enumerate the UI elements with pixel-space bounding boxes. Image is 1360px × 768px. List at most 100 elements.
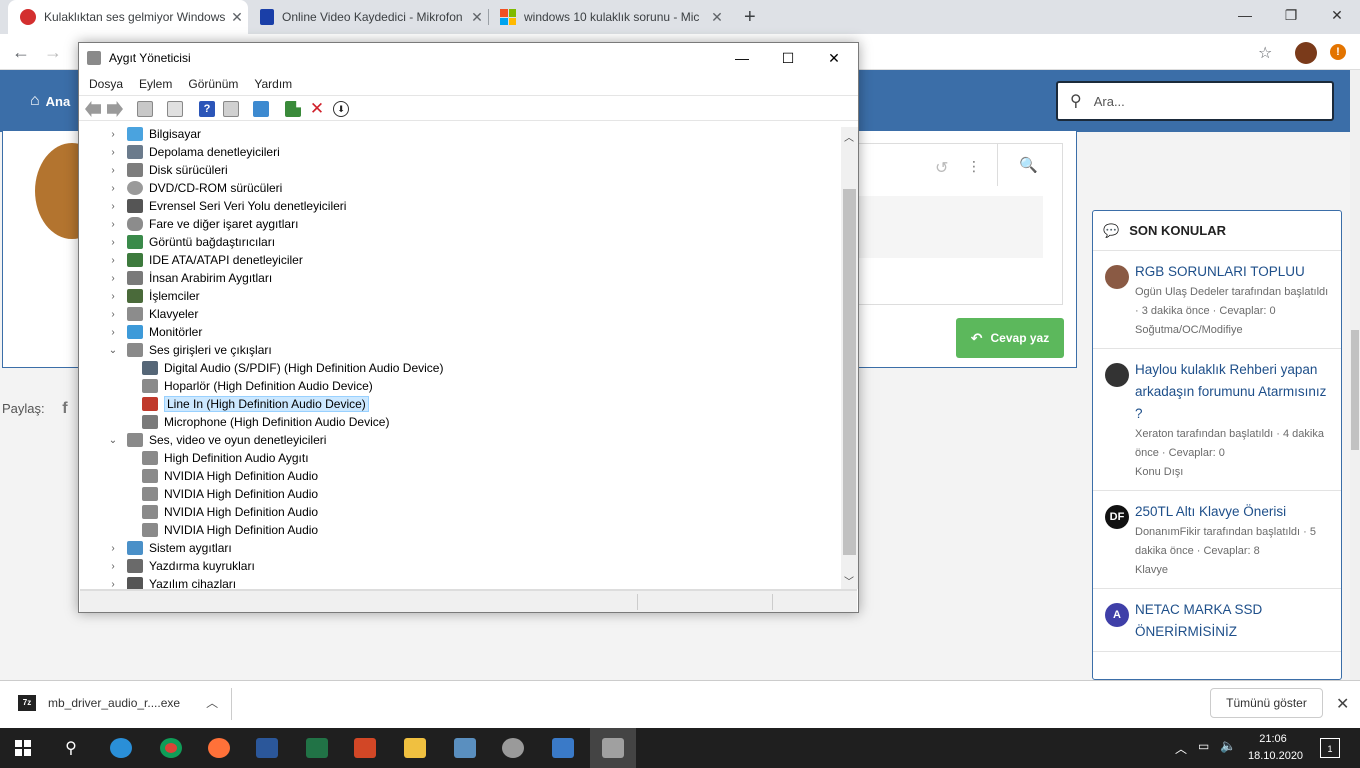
tree-node-microphone[interactable]: Microphone (High Definition Audio Device… xyxy=(142,413,389,431)
tree-node-digital-audio[interactable]: Digital Audio (S/PDIF) (High Definition … xyxy=(142,359,443,377)
powerpoint-icon[interactable] xyxy=(342,728,388,768)
update-driver-icon[interactable] xyxy=(285,101,301,117)
topic-title[interactable]: NETAC MARKA SSD ÖNERİRMİSİNİZ xyxy=(1135,599,1331,643)
topic-item[interactable]: Haylou kulaklık Rehberi yapan arkadaşın … xyxy=(1093,349,1341,491)
browser-tab-2[interactable]: Online Video Kaydedici - Mikrofon ✕ xyxy=(248,0,488,34)
chevron-right-icon[interactable]: › xyxy=(107,273,119,284)
topic-title[interactable]: RGB SORUNLARI TOPLUU xyxy=(1135,261,1331,283)
chevron-right-icon[interactable]: › xyxy=(107,129,119,140)
windows-start-icon[interactable] xyxy=(0,728,46,768)
topic-category[interactable]: Klavye xyxy=(1135,561,1331,580)
chevron-right-icon[interactable]: › xyxy=(107,291,119,302)
menu-eylem[interactable]: Eylem xyxy=(139,77,172,91)
excel-icon[interactable] xyxy=(294,728,340,768)
notification-icon[interactable]: 1 xyxy=(1320,738,1340,758)
topic-item[interactable]: DF 250TL Altı Klavye Önerisi DonanımFiki… xyxy=(1093,491,1341,589)
chrome-icon[interactable] xyxy=(148,728,194,768)
back-icon[interactable] xyxy=(85,101,101,117)
close-tab-icon[interactable]: ✕ xyxy=(226,9,248,26)
browser-tab-1[interactable]: Kulaklıktan ses gelmiyor Windows ✕ xyxy=(8,0,248,34)
scroll-down-icon[interactable]: ﹀ xyxy=(844,573,854,588)
profile-avatar[interactable] xyxy=(1295,42,1317,64)
menu-dosya[interactable]: Dosya xyxy=(89,77,123,91)
tree-node-software-devices[interactable]: › Yazılım cihazları xyxy=(107,575,236,589)
task-manager-icon[interactable] xyxy=(442,728,488,768)
tray-chevron-icon[interactable]: ︿ xyxy=(1175,740,1187,757)
network-icon[interactable]: ▭ xyxy=(1198,739,1209,753)
action-pane-icon[interactable] xyxy=(223,101,239,117)
chevron-right-icon[interactable]: › xyxy=(107,309,119,320)
tree-node-nvidia-audio[interactable]: NVIDIA High Definition Audio xyxy=(142,467,318,485)
show-all-downloads-button[interactable]: Tümünü göster xyxy=(1210,688,1323,718)
undo-icon[interactable]: ↺ xyxy=(935,158,948,178)
tree-node-keyboards[interactable]: › Klavyeler xyxy=(107,305,198,323)
tree-scrollbar-thumb[interactable] xyxy=(843,189,856,555)
more-options-icon[interactable]: ⋮ xyxy=(967,158,981,175)
editor-text-area[interactable] xyxy=(857,196,1043,258)
maximize-icon[interactable]: ☐ xyxy=(765,43,811,73)
forward-arrow-icon[interactable]: → xyxy=(44,42,62,63)
chevron-right-icon[interactable]: › xyxy=(107,165,119,176)
tree-node-print-queues[interactable]: › Yazdırma kuyrukları xyxy=(107,557,255,575)
tree-node-processors[interactable]: › İşlemciler xyxy=(107,287,200,305)
restore-icon[interactable]: ❐ xyxy=(1268,0,1314,30)
window-title-bar[interactable]: Aygıt Yöneticisi — ☐ ✕ xyxy=(79,43,858,73)
close-tab-icon[interactable]: ✕ xyxy=(706,9,728,26)
chevron-right-icon[interactable]: › xyxy=(107,237,119,248)
facebook-icon[interactable]: f xyxy=(62,400,67,417)
tree-node-hd-audio[interactable]: High Definition Audio Aygıtı xyxy=(142,449,309,467)
menu-gorunum[interactable]: Görünüm xyxy=(188,77,238,91)
new-tab-button[interactable]: + xyxy=(732,0,766,34)
update-alert-icon[interactable]: ! xyxy=(1330,44,1346,60)
word-icon[interactable] xyxy=(244,728,290,768)
tree-node-usb[interactable]: › Evrensel Seri Veri Yolu denetleyicileri xyxy=(107,197,346,215)
show-hide-console-tree-icon[interactable] xyxy=(137,101,153,117)
tree-node-sound-video[interactable]: ⌄ Ses, video ve oyun denetleyicileri xyxy=(107,431,326,449)
tree-node-line-in[interactable]: Line In (High Definition Audio Device) xyxy=(142,395,369,413)
forward-icon[interactable] xyxy=(107,101,123,117)
tree-node-nvidia-audio[interactable]: NVIDIA High Definition Audio xyxy=(142,503,318,521)
tree-node-disk[interactable]: › Disk sürücüleri xyxy=(107,161,228,179)
back-arrow-icon[interactable]: ← xyxy=(12,42,30,63)
minimize-icon[interactable]: — xyxy=(719,43,765,73)
chevron-right-icon[interactable]: › xyxy=(107,255,119,266)
bookmark-star-icon[interactable]: ☆ xyxy=(1258,43,1272,63)
download-item[interactable]: 7z mb_driver_audio_r....exe ︿ xyxy=(18,694,218,711)
chevron-right-icon[interactable]: › xyxy=(107,183,119,194)
firefox-icon[interactable] xyxy=(196,728,242,768)
download-driver-icon[interactable]: ⬇ xyxy=(333,101,349,117)
scroll-up-icon[interactable]: ︿ xyxy=(844,129,854,144)
menu-yardim[interactable]: Yardım xyxy=(254,77,292,91)
close-icon[interactable]: ✕ xyxy=(811,43,857,73)
reply-editor[interactable]: ↺ ⋮ 🔍 xyxy=(856,143,1063,305)
media-icon[interactable] xyxy=(490,728,536,768)
site-search-box[interactable]: ⚲ Ara... xyxy=(1056,81,1334,121)
edge-icon[interactable] xyxy=(98,728,144,768)
file-explorer-icon[interactable] xyxy=(392,728,438,768)
browser-tab-3[interactable]: windows 10 kulaklık sorunu - Mic ✕ xyxy=(488,0,728,34)
page-scrollbar-thumb[interactable] xyxy=(1351,330,1359,450)
close-downloads-icon[interactable]: ✕ xyxy=(1336,694,1349,714)
chevron-down-icon[interactable]: ⌄ xyxy=(107,345,119,356)
tray-clock[interactable]: 21:06 18.10.2020 xyxy=(1248,731,1303,765)
chevron-right-icon[interactable]: › xyxy=(107,579,119,590)
topic-title[interactable]: 250TL Altı Klavye Önerisi xyxy=(1135,501,1331,523)
volume-icon[interactable]: 🔈 xyxy=(1220,738,1236,754)
tree-node-nvidia-audio[interactable]: NVIDIA High Definition Audio xyxy=(142,485,318,503)
properties-icon[interactable] xyxy=(167,101,183,117)
topic-category[interactable]: Konu Dışı xyxy=(1135,463,1331,482)
topic-item[interactable]: RGB SORUNLARI TOPLUU Ogün Ulaş Dedeler t… xyxy=(1093,251,1341,349)
close-tab-icon[interactable]: ✕ xyxy=(466,9,488,26)
uninstall-device-icon[interactable]: ✕ xyxy=(309,100,325,117)
tree-node-system-devices[interactable]: › Sistem aygıtları xyxy=(107,539,232,557)
tree-node-hid[interactable]: › İnsan Arabirim Aygıtları xyxy=(107,269,272,287)
tree-node-monitors[interactable]: › Monitörler xyxy=(107,323,202,341)
chevron-right-icon[interactable]: › xyxy=(107,561,119,572)
control-panel-icon[interactable] xyxy=(540,728,586,768)
chevron-right-icon[interactable]: › xyxy=(107,327,119,338)
help-icon[interactable]: ? xyxy=(199,101,215,117)
tree-node-mouse[interactable]: › Fare ve diğer işaret aygıtları xyxy=(107,215,298,233)
reply-button[interactable]: ↶ Cevap yaz xyxy=(956,318,1064,358)
close-icon[interactable]: ✕ xyxy=(1314,0,1360,30)
topic-category[interactable]: Soğutma/OC/Modifiye xyxy=(1135,321,1331,340)
